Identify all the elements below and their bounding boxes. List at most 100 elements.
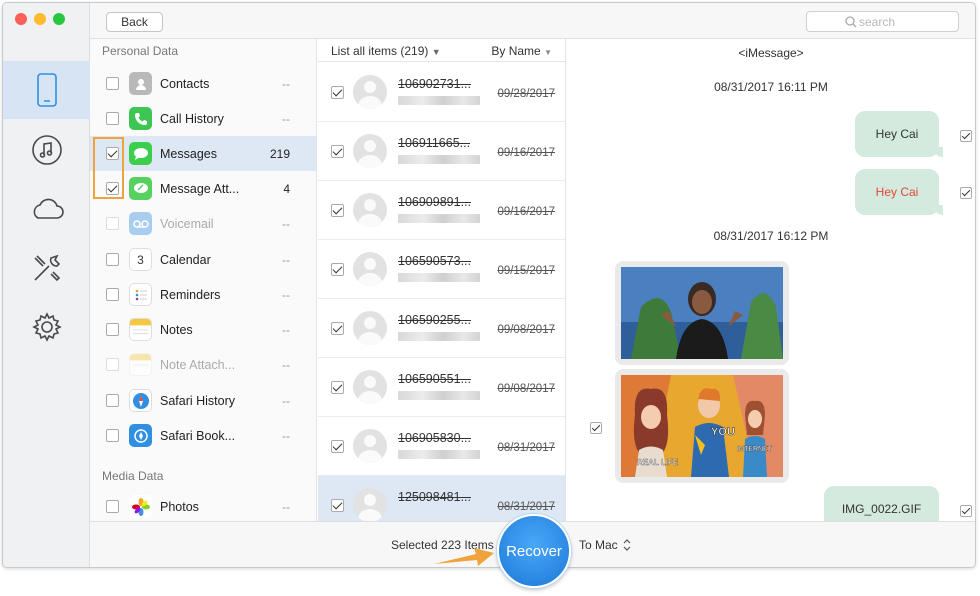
item-checkbox[interactable] [331,86,344,99]
meme-image: YOU REAL LIFE INTERNET [621,375,783,477]
message-checkbox[interactable] [960,505,972,517]
category-safari-bookmarks[interactable]: Safari Book... -- [90,418,316,453]
category-safari-history[interactable]: Safari History -- [90,383,316,418]
category-checkbox[interactable] [106,323,119,336]
category-count: -- [282,428,290,443]
rail-cloud-button[interactable] [3,180,90,238]
reminders-icon [129,283,152,306]
category-contacts[interactable]: Contacts -- [90,66,316,101]
back-button[interactable]: Back [106,12,163,32]
item-checkbox[interactable] [331,381,344,394]
list-filter-dropdown[interactable]: List all items (219) ▼ [331,44,441,58]
avatar [353,488,387,521]
rail-music-button[interactable] [3,121,90,179]
cloud-icon [33,198,64,219]
image-attachment[interactable] [615,261,789,365]
message-checkbox[interactable] [960,187,972,199]
calendar-icon: 3 [129,248,152,271]
timestamp: 08/31/2017 16:11 PM [714,80,828,94]
item-checkbox[interactable] [331,263,344,276]
list-item[interactable]: 106909891... 09/16/2017 [318,181,565,240]
search-input[interactable]: search [806,11,959,32]
message-checkbox[interactable] [960,130,972,142]
item-checkbox[interactable] [331,440,344,453]
avatar [353,75,387,109]
contact-number: 106902731... [398,77,471,91]
category-checkbox[interactable] [106,288,119,301]
close-window-button[interactable] [15,13,27,25]
safari-icon [129,389,152,412]
category-count: -- [282,287,290,302]
list-item[interactable]: 106590573... 09/15/2017 [318,240,565,299]
category-count: -- [282,252,290,267]
recover-button[interactable]: Recover [497,514,571,588]
rail-device-button[interactable] [3,61,90,119]
item-date: 09/16/2017 [497,206,555,218]
item-date: 09/16/2017 [497,147,555,159]
category-checkbox[interactable] [106,112,119,125]
category-messages[interactable]: Messages 219 [90,136,316,171]
list-item[interactable]: 106905830... 08/31/2017 [318,417,565,476]
updown-chevron-icon [623,539,631,551]
category-photos[interactable]: Photos -- [90,489,316,521]
category-count: -- [282,216,290,231]
category-checkbox[interactable] [106,77,119,90]
avatar [353,252,387,286]
destination-label: To Mac [579,538,618,552]
caret-down-icon: ▼ [431,47,441,57]
category-label: Safari History [160,393,236,408]
navigation-rail [3,3,90,567]
category-count: -- [282,499,290,514]
category-label: Voicemail [160,216,214,231]
category-note-attachments: Note Attach... -- [90,347,316,382]
category-panel: Personal Data Contacts -- Call History -… [90,39,317,521]
item-checkbox[interactable] [331,322,344,335]
list-item[interactable]: 106911665... 09/16/2017 [318,122,565,181]
category-checkbox[interactable] [106,253,119,266]
category-label: Reminders [160,287,221,302]
rail-tools-button[interactable] [3,239,90,297]
item-checkbox[interactable] [331,204,344,217]
message-text: Hey Cai [875,127,919,141]
category-calendar[interactable]: 3 Calendar -- [90,242,316,277]
category-reminders[interactable]: Reminders -- [90,277,316,312]
meme-caption-internet: INTERNET [737,446,773,453]
category-checkbox [106,358,119,371]
item-date: 09/08/2017 [497,383,555,395]
contact-number: 106590255... [398,313,471,327]
sort-dropdown[interactable]: By Name ▼ [491,44,552,58]
item-date: 08/31/2017 [497,442,555,454]
item-date: 09/28/2017 [497,88,555,100]
category-checkbox[interactable] [106,394,119,407]
list-item[interactable]: 106902731... 09/28/2017 [318,63,565,122]
blurred-preview [398,214,480,223]
category-label: Contacts [160,76,210,91]
list-item[interactable]: 106590551... 09/08/2017 [318,358,565,417]
category-label: Note Attach... [160,357,236,372]
blurred-preview [398,273,480,282]
category-label: Message Att... [160,181,240,196]
category-count: -- [282,76,290,91]
list-item[interactable]: 106590255... 09/08/2017 [318,299,565,358]
category-count: -- [282,322,290,337]
zoom-window-button[interactable] [53,13,65,25]
item-checkbox[interactable] [331,145,344,158]
destination-dropdown[interactable]: To Mac [579,538,631,552]
category-checkbox[interactable] [106,500,119,513]
avatar [353,429,387,463]
rail-settings-button[interactable] [3,298,90,356]
note-attachment-icon [129,353,152,376]
category-checkbox[interactable] [106,429,119,442]
image-attachment[interactable]: YOU REAL LIFE INTERNET [615,369,789,483]
minimize-window-button[interactable] [34,13,46,25]
category-notes[interactable]: Notes -- [90,312,316,347]
phone-icon [129,107,152,130]
blurred-preview [398,96,480,105]
category-message-attachments[interactable]: Message Att... 4 [90,171,316,206]
message-checkbox[interactable] [590,422,602,434]
category-call-history[interactable]: Call History -- [90,101,316,136]
contact-number: 106590551... [398,372,471,386]
item-checkbox[interactable] [331,499,344,512]
toolbar: Back search [90,3,975,39]
category-count: -- [282,111,290,126]
